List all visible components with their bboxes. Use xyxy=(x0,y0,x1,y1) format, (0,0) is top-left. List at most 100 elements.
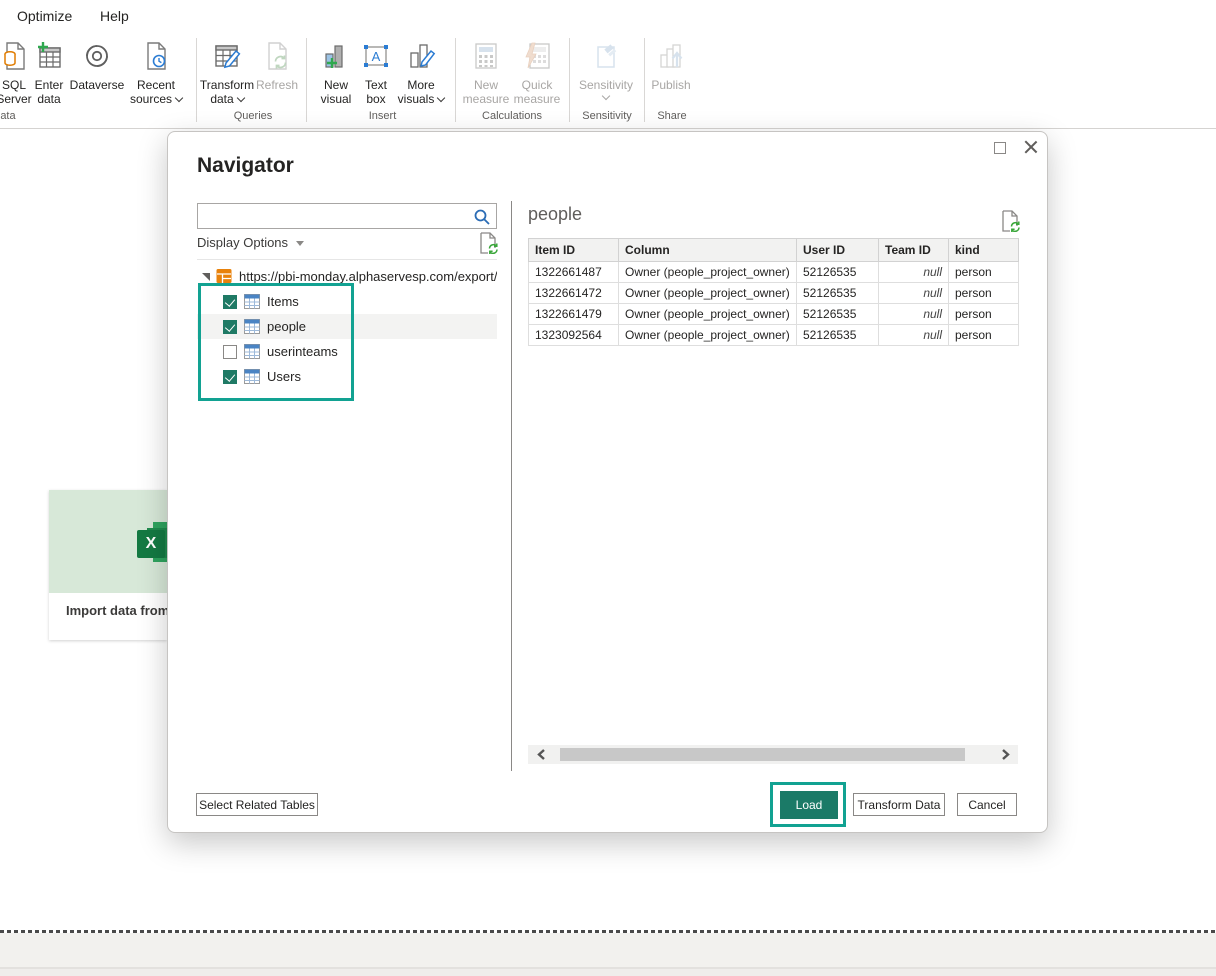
ribbon-recent-sources-button[interactable]: Recent sources xyxy=(124,38,188,106)
ribbon-divider xyxy=(306,38,307,122)
refresh-preview-icon[interactable] xyxy=(479,232,498,254)
ribbon-label: New visual xyxy=(321,78,352,106)
table-icon xyxy=(244,319,260,334)
cell: Owner (people_project_owner) xyxy=(619,262,797,283)
display-options-label: Display Options xyxy=(197,235,288,250)
cell: person xyxy=(949,325,1019,346)
scroll-right-icon[interactable] xyxy=(992,745,1018,764)
calculator-bolt-icon xyxy=(522,38,552,74)
display-options-dropdown[interactable]: Display Options xyxy=(197,235,497,255)
table-icon xyxy=(244,294,260,309)
svg-text:A: A xyxy=(372,49,381,64)
ribbon-label: Text box xyxy=(365,78,387,106)
cell: 52126535 xyxy=(797,304,879,325)
ribbon-label: Quick measure xyxy=(514,78,561,106)
column-header[interactable]: kind xyxy=(949,239,1019,262)
ribbon-publish-button[interactable]: Publish xyxy=(648,38,694,92)
cell: 1322661487 xyxy=(529,262,619,283)
ribbon-transform-data-button[interactable]: Transform data xyxy=(202,38,252,106)
pane-separator xyxy=(511,201,512,771)
tree-item-label: Users xyxy=(267,369,301,384)
tree-source-node[interactable]: https://pbi-monday.alphaservesp.com/expo… xyxy=(197,263,497,289)
cell: 52126535 xyxy=(797,325,879,346)
ribbon-divider xyxy=(196,38,197,122)
tree-item-userinteams[interactable]: userinteams xyxy=(197,339,497,364)
cell: null xyxy=(879,304,949,325)
database-document-icon xyxy=(0,38,29,74)
ribbon-new-measure-button[interactable]: New measure xyxy=(460,38,512,106)
checkbox-checked-icon[interactable] xyxy=(223,320,237,334)
menu-help[interactable]: Help xyxy=(100,8,129,24)
cancel-button[interactable]: Cancel xyxy=(957,793,1017,816)
dataverse-coil-icon xyxy=(81,38,113,74)
ribbon-refresh-button[interactable]: Refresh xyxy=(253,38,301,92)
close-icon[interactable] xyxy=(1023,139,1039,155)
import-card-art: X xyxy=(49,490,167,593)
ribbon-label: Refresh xyxy=(256,78,298,92)
transform-data-button[interactable]: Transform Data xyxy=(853,793,945,816)
document-clock-icon xyxy=(141,38,171,74)
menu-optimize[interactable]: Optimize xyxy=(17,8,72,24)
table-row: 1322661472 Owner (people_project_owner) … xyxy=(529,283,1019,304)
ribbon-group-label-share: Share xyxy=(647,110,697,122)
ribbon-group-label-data: Data xyxy=(0,110,26,122)
ribbon-group-label-sensitivity: Sensitivity xyxy=(572,110,642,122)
search-icon[interactable] xyxy=(473,208,491,226)
cell: 1322661472 xyxy=(529,283,619,304)
power-bi-window: Optimize Help SQL Server Enter data Data… xyxy=(0,0,1216,976)
chevron-down-icon xyxy=(296,241,304,246)
ribbon-group-label-queries: Queries xyxy=(203,110,303,122)
column-header[interactable]: User ID xyxy=(797,239,879,262)
table-pencil-icon xyxy=(212,38,242,74)
cell: Owner (people_project_owner) xyxy=(619,325,797,346)
ribbon-sensitivity-button[interactable]: Sensitivity xyxy=(576,38,636,99)
scrollbar-track[interactable] xyxy=(554,748,992,761)
tree-item-label: Items xyxy=(267,294,299,309)
column-header[interactable]: Column xyxy=(619,239,797,262)
load-button[interactable]: Load xyxy=(780,791,838,819)
import-card-label: Import data from xyxy=(66,603,167,618)
scrollbar-thumb[interactable] xyxy=(560,748,965,761)
ribbon-label: More visuals xyxy=(398,78,435,106)
maximize-icon[interactable] xyxy=(994,142,1006,154)
web-source-icon xyxy=(216,268,232,284)
checkbox-checked-icon[interactable] xyxy=(223,295,237,309)
ribbon-divider xyxy=(569,38,570,122)
table-icon xyxy=(244,344,260,359)
refresh-preview-icon[interactable] xyxy=(1001,210,1020,232)
ribbon-enter-data-button[interactable]: Enter data xyxy=(27,38,71,106)
checkbox-unchecked-icon[interactable] xyxy=(223,345,237,359)
cell: 52126535 xyxy=(797,262,879,283)
table-plus-icon xyxy=(34,38,64,74)
ribbon-label: Dataverse xyxy=(70,78,125,92)
navigator-dialog: Navigator Display Options https://pbi-mo… xyxy=(167,131,1048,833)
publish-chart-icon xyxy=(656,38,686,74)
collapse-triangle-icon[interactable] xyxy=(202,273,210,281)
ribbon-more-visuals-button[interactable]: More visuals xyxy=(395,38,447,106)
import-data-card[interactable]: X Import data from xyxy=(49,490,167,640)
sensitivity-tag-icon xyxy=(591,38,621,74)
table-row: 1322661479 Owner (people_project_owner) … xyxy=(529,304,1019,325)
preview-table: Item ID Column User ID Team ID kind 1322… xyxy=(528,238,1019,346)
column-header[interactable]: Item ID xyxy=(529,239,619,262)
select-related-tables-button[interactable]: Select Related Tables xyxy=(196,793,318,816)
ribbon-dataverse-button[interactable]: Dataverse xyxy=(72,38,122,92)
search-input[interactable] xyxy=(204,206,466,226)
tree-item-items[interactable]: Items xyxy=(197,289,497,314)
tree-item-people[interactable]: people xyxy=(197,314,497,339)
checkbox-checked-icon[interactable] xyxy=(223,370,237,384)
ribbon: SQL Server Enter data Dataverse Recent s… xyxy=(0,34,1216,129)
ribbon-quick-measure-button[interactable]: Quick measure xyxy=(512,38,562,106)
cell: null xyxy=(879,325,949,346)
chevron-down-icon xyxy=(602,92,610,100)
ribbon-label: Enter data xyxy=(35,78,64,106)
status-bar-band-lower xyxy=(0,969,1216,976)
menu-bar: Optimize Help xyxy=(0,0,1216,34)
scroll-left-icon[interactable] xyxy=(528,745,554,764)
tree-item-users[interactable]: Users xyxy=(197,364,497,389)
chevron-down-icon xyxy=(175,94,183,102)
column-header[interactable]: Team ID xyxy=(879,239,949,262)
ribbon-text-box-button[interactable]: A Text box xyxy=(358,38,394,106)
ribbon-new-visual-button[interactable]: New visual xyxy=(315,38,357,106)
calculator-icon xyxy=(472,38,500,74)
